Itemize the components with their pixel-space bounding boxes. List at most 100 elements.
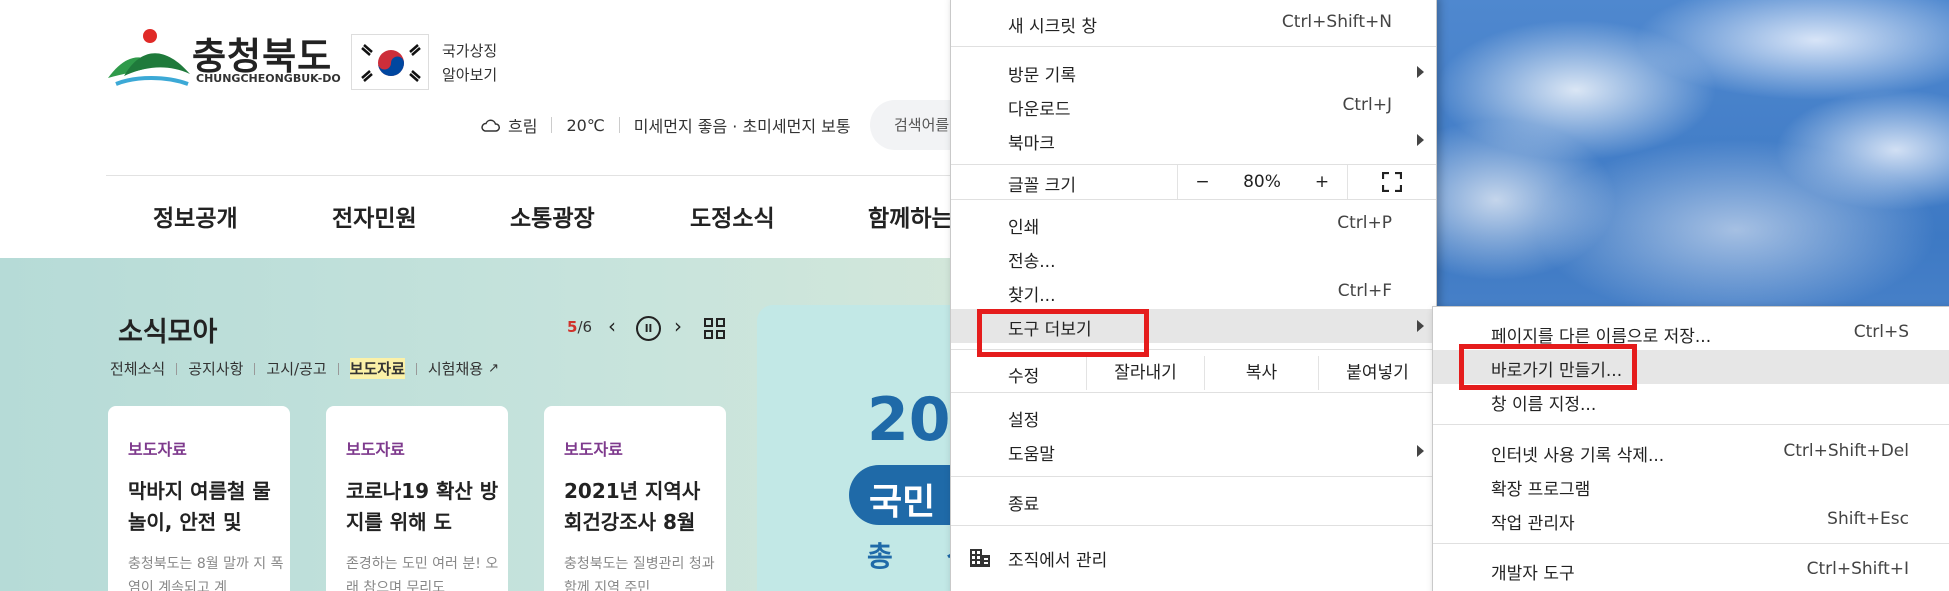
weather-bar: 흐림 20℃ 미세먼지 좋음 · 초미세먼지 보통 bbox=[480, 113, 851, 137]
news-tabs: 전체소식 공지사항 고시/공고 보도자료 시험채용 ↗ bbox=[110, 358, 499, 379]
menu-help[interactable]: 도움말 bbox=[951, 434, 1436, 468]
browser-menu: 새 시크릿 창 Ctrl+Shift+N 방문 기록 다운로드 Ctrl+J 북… bbox=[950, 0, 1437, 591]
menu-exit[interactable]: 종료 bbox=[951, 484, 1436, 518]
national-symbol-line1[interactable]: 국가상징 bbox=[442, 40, 497, 61]
menu-separator bbox=[951, 476, 1436, 477]
card-title: 막바지 여름철 물놀이, 안전 및 bbox=[128, 479, 271, 534]
menu-separator bbox=[1433, 543, 1949, 544]
menu-shortcut: Ctrl+Shift+Del bbox=[1783, 441, 1909, 461]
nav-item-community[interactable]: 소통광장 bbox=[510, 199, 595, 233]
card-title: 2021년 지역사 회건강조사 8월 bbox=[564, 479, 701, 534]
fullscreen-button[interactable] bbox=[1347, 165, 1436, 199]
external-link-icon: ↗ bbox=[488, 361, 499, 376]
menu-label: 창 이름 지정... bbox=[1491, 395, 1597, 415]
news-card[interactable]: 보도자료 막바지 여름철 물놀이, 안전 및 충청북도는 8월 말까 지 폭염이… bbox=[108, 406, 290, 591]
menu-label: 방문 기록 bbox=[1008, 66, 1076, 86]
chungbuk-logo-icon[interactable] bbox=[106, 26, 192, 90]
highlight-more-tools bbox=[977, 309, 1149, 357]
weather-condition: 흐림 bbox=[508, 117, 538, 136]
tab-announcements[interactable]: 고시/공고 bbox=[266, 358, 326, 379]
menu-cast[interactable]: 전송... bbox=[951, 241, 1436, 275]
menu-shortcut: Ctrl+F bbox=[1337, 281, 1392, 301]
zoom-value: 80% bbox=[1243, 172, 1281, 192]
menu-label: 작업 관리자 bbox=[1491, 514, 1575, 534]
menu-settings[interactable]: 설정 bbox=[951, 400, 1436, 434]
submenu-arrow-icon bbox=[1417, 445, 1424, 457]
submenu-task-manager[interactable]: 작업 관리자 Shift+Esc bbox=[1433, 503, 1949, 537]
menu-shortcut: Ctrl+P bbox=[1337, 213, 1392, 233]
menu-shortcut: Shift+Esc bbox=[1827, 509, 1909, 529]
paste-button[interactable]: 붙여넣기 bbox=[1318, 356, 1436, 390]
menu-label: 설정 bbox=[1008, 411, 1040, 431]
submenu-extensions[interactable]: 확장 프로그램 bbox=[1433, 469, 1949, 503]
card-tag: 보도자료 bbox=[564, 440, 623, 459]
divider bbox=[176, 362, 178, 375]
submenu-dev-tools[interactable]: 개발자 도구 Ctrl+Shift+I bbox=[1433, 553, 1949, 587]
prev-arrow-icon[interactable]: ‹ bbox=[608, 314, 616, 338]
building-icon bbox=[970, 549, 990, 567]
menu-label: 개발자 도구 bbox=[1491, 564, 1575, 584]
submenu-arrow-icon bbox=[1417, 66, 1424, 78]
logo-subtitle: CHUNGCHEONGBUK-DO bbox=[196, 72, 341, 85]
divider bbox=[337, 362, 339, 375]
divider bbox=[415, 362, 417, 375]
tab-all-news[interactable]: 전체소식 bbox=[110, 358, 165, 379]
menu-label: 전송... bbox=[1008, 252, 1056, 272]
menu-new-incognito[interactable]: 새 시크릿 창 Ctrl+Shift+N bbox=[951, 6, 1436, 40]
news-card[interactable]: 보도자료 코로나19 확산 방지를 위해 도 존경하는 도민 여러 분! 오래 … bbox=[326, 406, 508, 591]
highlight-create-shortcut bbox=[1459, 344, 1637, 390]
cut-button[interactable]: 잘라내기 bbox=[1086, 356, 1204, 390]
menu-print[interactable]: 인쇄 Ctrl+P bbox=[951, 207, 1436, 241]
nav-item-news[interactable]: 도정소식 bbox=[690, 199, 775, 233]
tab-recruitment[interactable]: 시험채용 bbox=[428, 358, 483, 379]
card-desc: 존경하는 도민 여러 분! 오래 참으며 무리도 bbox=[346, 556, 499, 591]
menu-label: 확장 프로그램 bbox=[1491, 480, 1591, 500]
national-symbol-line2[interactable]: 알아보기 bbox=[442, 64, 497, 85]
pager-total: /6 bbox=[577, 318, 593, 336]
menu-find[interactable]: 찾기... Ctrl+F bbox=[951, 275, 1436, 309]
menu-separator bbox=[951, 199, 1436, 200]
menu-history[interactable]: 방문 기록 bbox=[951, 55, 1436, 89]
menu-label: 수정 bbox=[1008, 367, 1040, 387]
news-pager: 5/6 bbox=[567, 318, 592, 336]
zoom-out-button[interactable]: − bbox=[1177, 165, 1227, 199]
menu-bookmarks[interactable]: 북마크 bbox=[951, 123, 1436, 157]
menu-label: 새 시크릿 창 bbox=[1008, 17, 1098, 37]
divider bbox=[618, 117, 620, 133]
card-title: 코로나19 확산 방지를 위해 도 bbox=[346, 479, 499, 534]
zoom-in-button[interactable]: + bbox=[1297, 165, 1347, 199]
news-card[interactable]: 보도자료 2021년 지역사 회건강조사 8월 충청북도는 질병관리 청과 함께… bbox=[544, 406, 726, 591]
tab-press-release[interactable]: 보도자료 bbox=[349, 358, 405, 379]
menu-label: 북마크 bbox=[1008, 134, 1055, 154]
menu-zoom: 글꼴 크기 − 80% + bbox=[951, 165, 1436, 199]
card-desc: 충청북도는 질병관리 청과 함께 지역 주민 bbox=[564, 556, 715, 591]
tab-notices[interactable]: 공지사항 bbox=[188, 358, 243, 379]
submenu-arrow-icon bbox=[1417, 134, 1424, 146]
menu-separator bbox=[951, 46, 1436, 47]
grid-view-icon[interactable] bbox=[704, 318, 726, 340]
divider bbox=[551, 117, 553, 133]
menu-label: 인쇄 bbox=[1008, 218, 1040, 238]
nav-item-civil[interactable]: 전자민원 bbox=[332, 199, 417, 233]
menu-downloads[interactable]: 다운로드 Ctrl+J bbox=[951, 89, 1436, 123]
fullscreen-icon bbox=[1381, 171, 1403, 193]
menu-separator bbox=[951, 525, 1436, 526]
nav-item-together[interactable]: 함께하는 bbox=[868, 199, 953, 233]
divider bbox=[254, 362, 256, 375]
pager-current: 5 bbox=[567, 318, 578, 336]
menu-separator bbox=[1433, 424, 1949, 425]
copy-button[interactable]: 복사 bbox=[1204, 356, 1318, 390]
menu-label: 다운로드 bbox=[1008, 100, 1071, 120]
next-arrow-icon[interactable]: › bbox=[674, 314, 682, 338]
pause-icon[interactable]: ll bbox=[636, 316, 661, 341]
menu-shortcut: Ctrl+S bbox=[1853, 322, 1909, 342]
national-flag-icon[interactable] bbox=[351, 34, 429, 90]
nav-item-info[interactable]: 정보공개 bbox=[153, 199, 238, 233]
header-divider bbox=[106, 175, 970, 176]
menu-label: 인터넷 사용 기록 삭제... bbox=[1491, 446, 1665, 466]
card-tag: 보도자료 bbox=[346, 440, 405, 459]
menu-managed-by-org[interactable]: 조직에서 관리 bbox=[951, 540, 1436, 574]
menu-label: 찾기... bbox=[1008, 286, 1056, 306]
menu-shortcut: Ctrl+Shift+I bbox=[1806, 559, 1909, 579]
submenu-clear-data[interactable]: 인터넷 사용 기록 삭제... Ctrl+Shift+Del bbox=[1433, 435, 1949, 469]
